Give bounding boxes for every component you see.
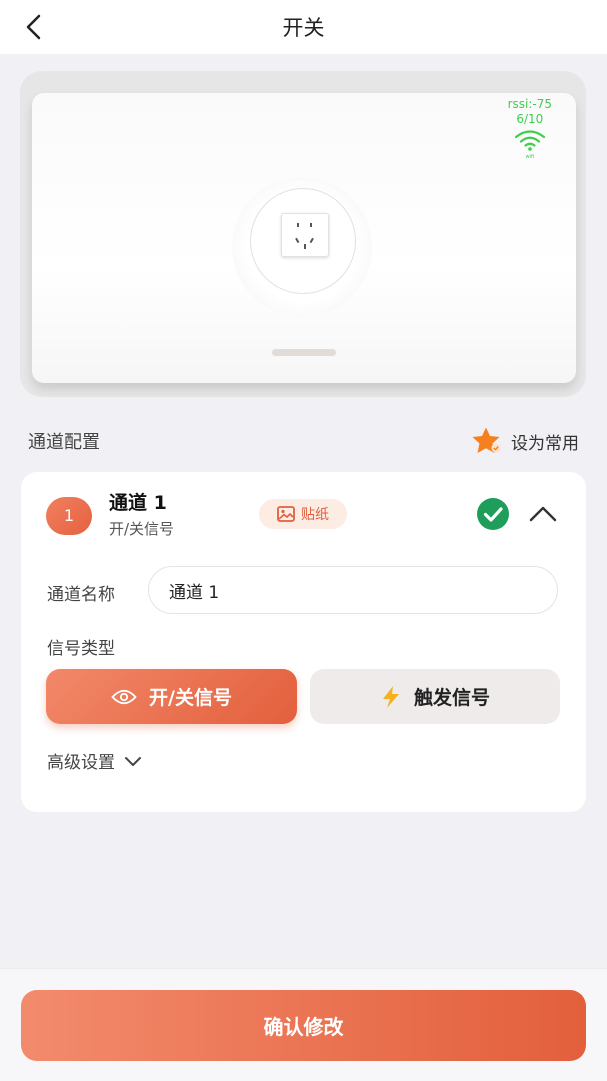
image-icon [277, 506, 295, 522]
panel-handle [272, 349, 336, 356]
sticker-label: 贴纸 [301, 507, 329, 523]
section-title: 通道配置 [28, 432, 100, 453]
eye-icon [111, 689, 137, 704]
star-icon [472, 427, 501, 453]
channel-name: 通道 1 [109, 492, 167, 514]
power-outlet-icon [295, 223, 314, 249]
top-bar: 开关 [0, 0, 607, 54]
sticker-button[interactable]: 贴纸 [259, 499, 347, 529]
advanced-settings-toggle[interactable]: 高级设置 [47, 748, 143, 773]
wifi-label: wifi [525, 154, 535, 160]
signal-type-label: 信号类型 [47, 639, 115, 659]
set-favorite-label: 设为常用 [511, 433, 579, 454]
channel-name-label: 通道名称 [47, 585, 115, 605]
signal-onoff-button[interactable]: 开/关信号 [46, 669, 297, 724]
channel-name-input[interactable] [148, 566, 558, 614]
socket-icon[interactable] [281, 213, 329, 257]
check-circle-icon [477, 498, 509, 530]
signal-trigger-label: 触发信号 [413, 687, 490, 709]
chevron-down-icon [125, 756, 141, 766]
switch-panel: rssi:-75 6/10 wifi [32, 93, 576, 383]
rssi-value: rssi:-75 [507, 97, 552, 111]
set-favorite-button[interactable]: 设为常用 [471, 426, 579, 456]
signal-ratio: 6/10 [516, 112, 544, 126]
signal-onoff-label: 开/关信号 [149, 687, 232, 709]
device-preview: rssi:-75 6/10 wifi [20, 71, 586, 397]
advanced-settings-label: 高级设置 [47, 753, 115, 773]
channel-number-badge: 1 [46, 497, 92, 535]
signal-trigger-button[interactable]: 触发信号 [310, 669, 560, 724]
lightning-icon [382, 685, 399, 708]
collapse-button[interactable] [526, 500, 560, 528]
confirm-button[interactable]: 确认修改 [21, 990, 586, 1061]
page-title: 开关 [282, 16, 325, 40]
channel-signal-type: 开/关信号 [109, 520, 175, 538]
signal-status: rssi:-75 6/10 wifi [508, 97, 552, 160]
chevron-up-icon [529, 506, 557, 522]
channel-card: 1 通道 1 开/关信号 贴纸 通道名称 信号类型 开/关信号 触发信号 高 [21, 472, 586, 812]
wifi-icon [514, 130, 545, 151]
